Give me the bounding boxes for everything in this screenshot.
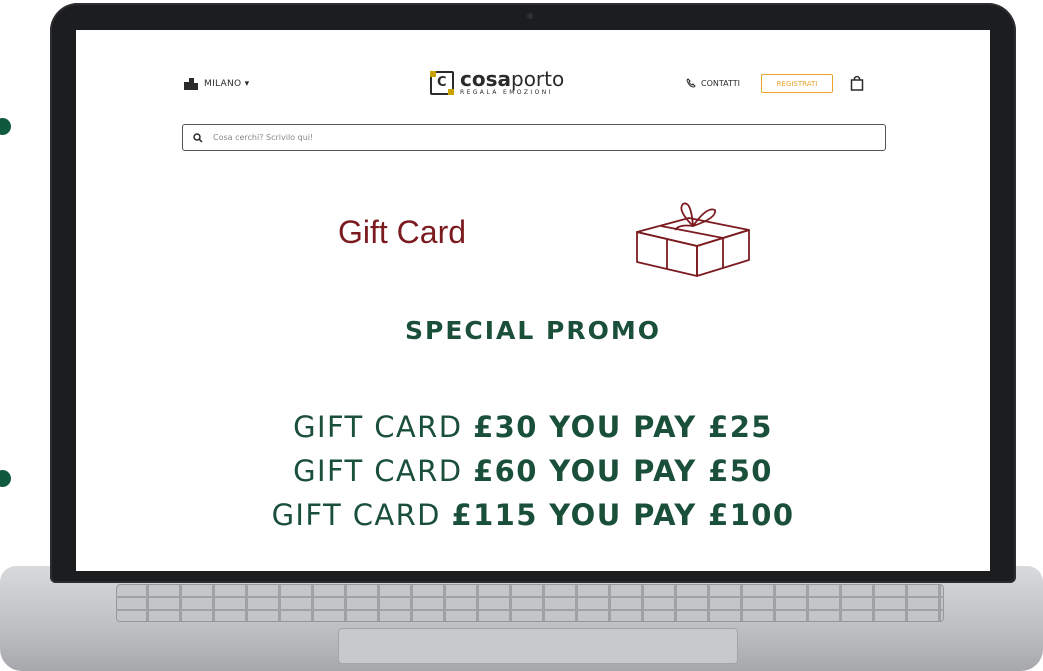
promo-heading: SPECIAL PROMO (405, 316, 661, 345)
offer-line: GIFT CARD £115 YOU PAY £100 (271, 498, 795, 532)
decorative-dot (0, 118, 11, 135)
offer-line: GIFT CARD £30 YOU PAY £25 (293, 410, 773, 444)
register-button[interactable]: REGISTRATI (761, 74, 833, 93)
search-input[interactable] (211, 132, 815, 143)
phone-icon (686, 78, 696, 88)
logo-mark: C (430, 70, 454, 95)
laptop-trackpad (338, 628, 738, 664)
gift-card-title: Gift Card (338, 214, 467, 250)
contacts-link[interactable]: CONTATTI (686, 78, 740, 88)
search-bar[interactable] (182, 124, 886, 151)
cosaporto-logo[interactable]: C cosaporto REGALA EMOZIONI (430, 69, 564, 96)
laptop-screen: MILANO ▾ C cosaporto REGALA EMOZIONI CON… (76, 30, 990, 571)
logo-wordmark: cosaporto REGALA EMOZIONI (460, 67, 565, 96)
city-selector[interactable]: MILANO ▾ (184, 78, 249, 90)
city-building-icon (184, 78, 198, 90)
gift-box-icon (636, 202, 750, 277)
offer-line: GIFT CARD £60 YOU PAY £50 (293, 454, 773, 488)
shopping-bag-button[interactable] (850, 75, 864, 95)
webcam (527, 13, 533, 19)
offer-list: GIFT CARD £30 YOU PAY £25 GIFT CARD £60 … (76, 405, 990, 537)
laptop-keyboard (116, 584, 944, 622)
decorative-dot (0, 470, 11, 487)
city-label: MILANO ▾ (204, 79, 250, 89)
shopping-bag-icon (850, 75, 864, 91)
search-icon (193, 132, 203, 143)
laptop-bezel: MILANO ▾ C cosaporto REGALA EMOZIONI CON… (50, 3, 1016, 583)
